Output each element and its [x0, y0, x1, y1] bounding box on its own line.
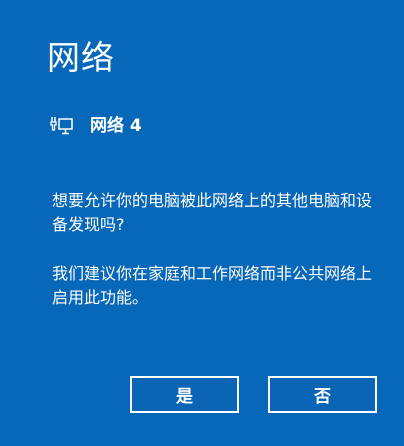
discovery-recommendation: 我们建议你在家庭和工作网络而非公共网络上启用此功能。 [52, 264, 373, 307]
pane-title: 网络 [47, 38, 115, 77]
network-row: 网络 4 [50, 113, 142, 139]
no-button[interactable]: 否 [268, 376, 377, 413]
discovery-question: 想要允许你的电脑被此网络上的其他电脑和设备发现吗? [52, 191, 373, 234]
network-name: 网络 4 [90, 116, 142, 136]
yes-button[interactable]: 是 [130, 376, 239, 413]
ethernet-icon [50, 115, 74, 137]
network-discovery-pane: 网络 网络 4 想要允许你的电脑被此网络上的其他电脑和设备发现吗? 我们建议你在… [0, 0, 404, 446]
